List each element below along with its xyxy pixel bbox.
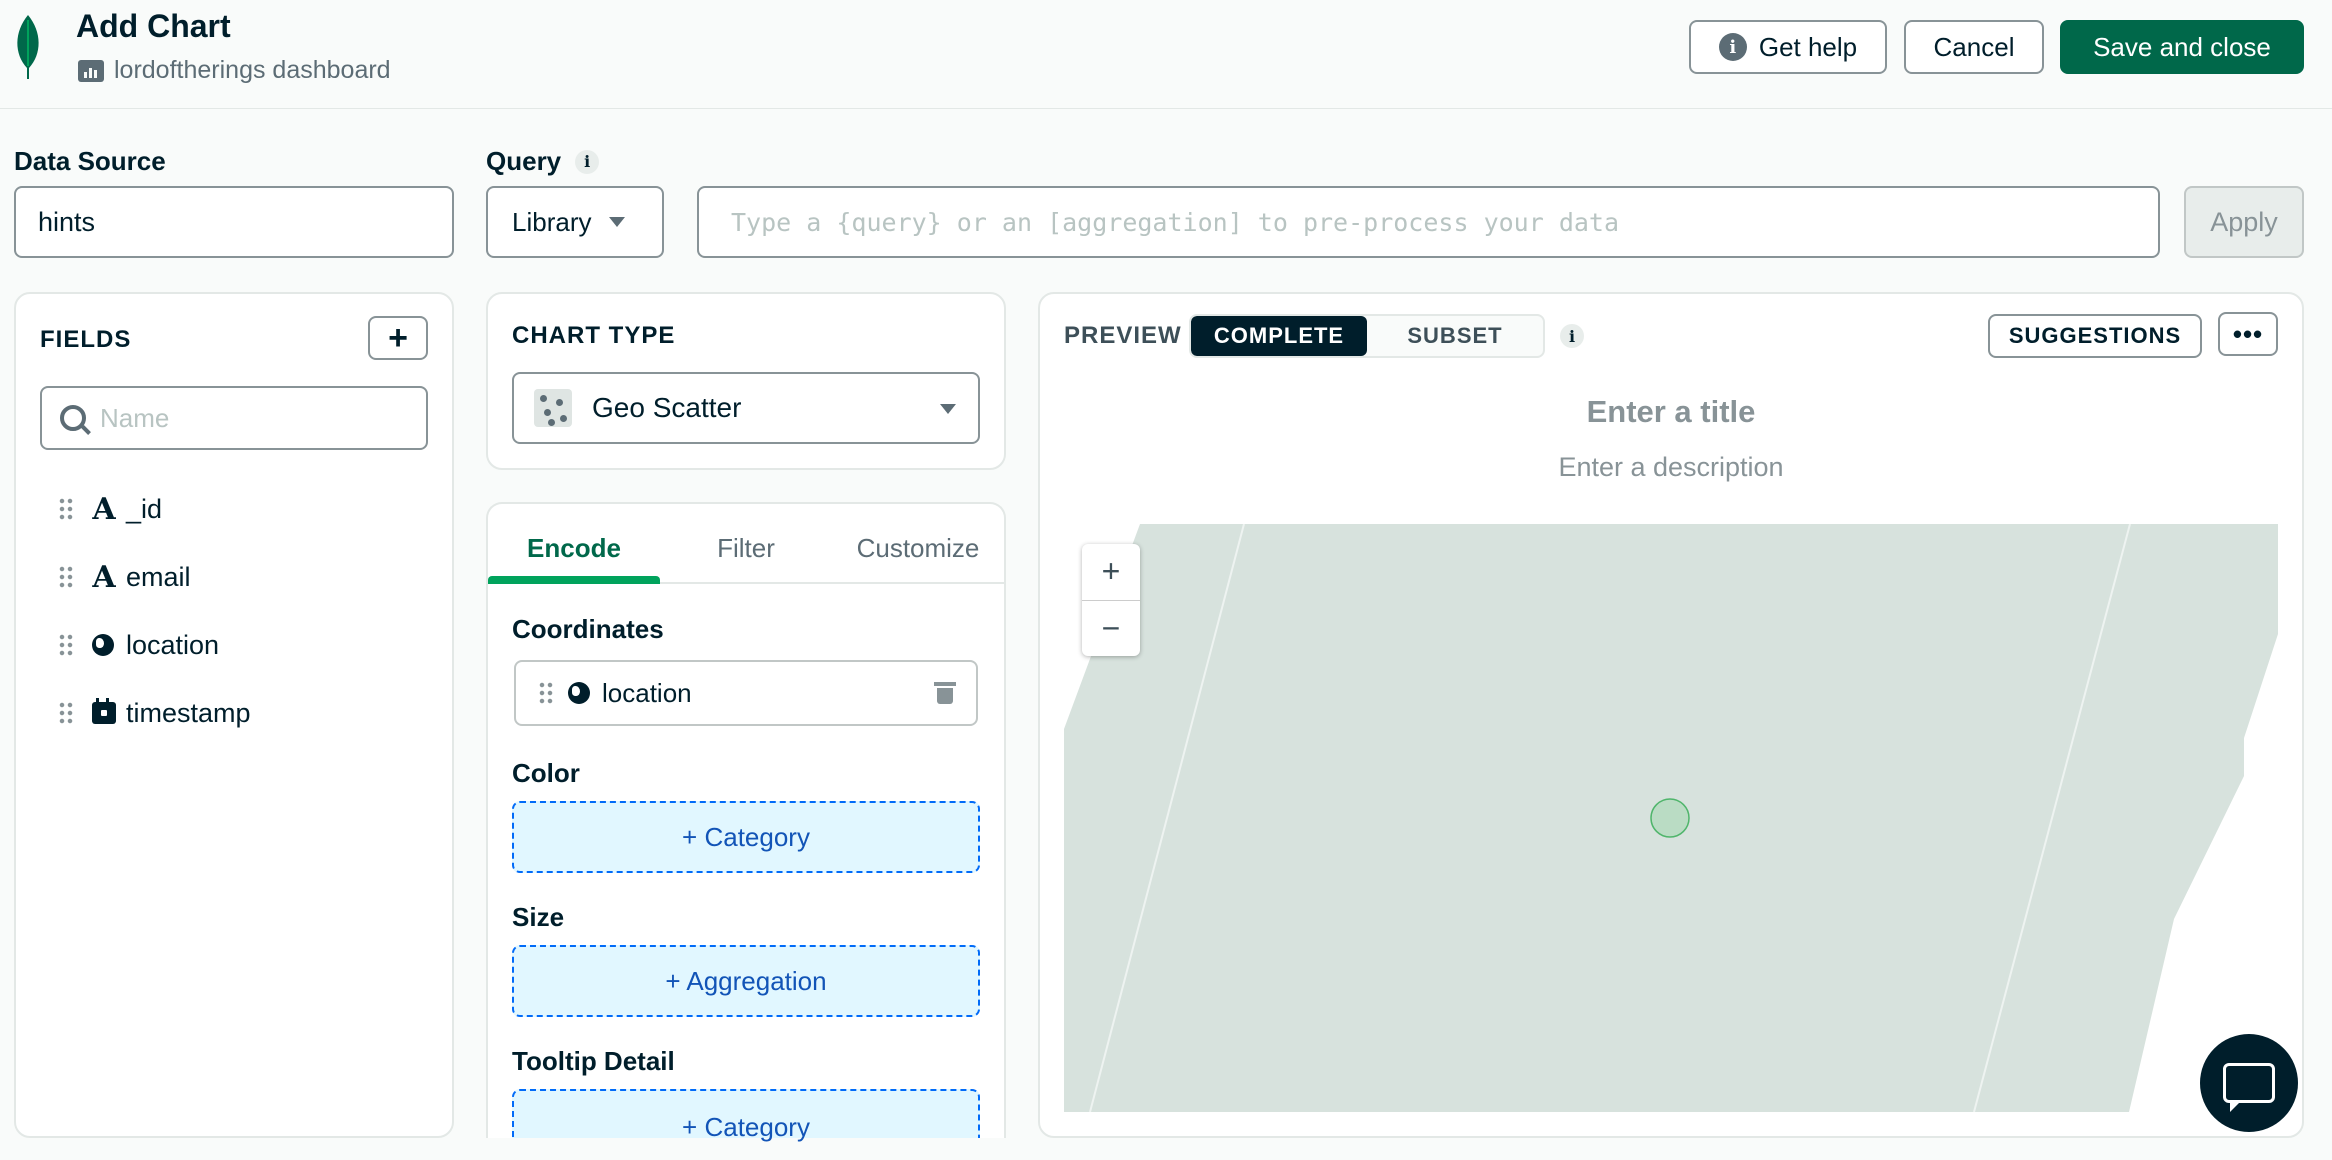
chart-description-input[interactable]: Enter a description [1038, 452, 2304, 483]
tab-customize[interactable]: Customize [832, 514, 1004, 582]
field-label: email [126, 561, 191, 592]
complete-segment[interactable]: COMPLETE [1191, 316, 1367, 356]
geo-scatter-map[interactable] [1064, 524, 2278, 1112]
field-item-timestamp[interactable]: timestamp [58, 693, 251, 733]
chart-bar-icon [78, 59, 104, 82]
cancel-button[interactable]: Cancel [1904, 20, 2044, 74]
field-label: location [126, 629, 220, 660]
query-input[interactable]: Type a {query} or an [aggregation] to pr… [697, 186, 2160, 258]
apply-button[interactable]: Apply [2184, 186, 2304, 258]
get-help-button[interactable]: i Get help [1689, 20, 1887, 74]
drag-handle-icon[interactable] [58, 497, 74, 521]
field-search-placeholder: Name [100, 402, 170, 433]
query-mode-select[interactable]: Library [486, 186, 664, 258]
encode-tabs: Encode Filter Customize [488, 514, 1004, 584]
field-label: _id [126, 493, 163, 524]
chart-type-title: CHART TYPE [512, 322, 676, 349]
mongodb-leaf-logo [17, 15, 39, 79]
suggestions-button[interactable]: SUGGESTIONS [1988, 314, 2202, 358]
size-label: Size [512, 902, 565, 932]
field-item-id[interactable]: A _id [58, 489, 162, 529]
page-title: Add Chart [76, 8, 231, 44]
string-type-icon: A [92, 491, 116, 527]
tooltip-drop-zone[interactable]: + Category [512, 1089, 980, 1142]
drag-handle-icon[interactable] [58, 633, 74, 657]
field-label: timestamp [126, 697, 251, 728]
calendar-icon [92, 698, 116, 724]
fields-title: FIELDS [40, 326, 132, 353]
query-info-icon[interactable]: i [575, 149, 600, 174]
field-search-input[interactable]: Name [40, 386, 428, 450]
zoom-in-button[interactable]: + [1082, 544, 1140, 601]
chat-icon [2223, 1063, 2275, 1112]
globe-icon [92, 634, 114, 656]
color-label: Color [512, 758, 580, 788]
trash-icon[interactable] [934, 682, 956, 704]
preview-label: PREVIEW [1064, 322, 1182, 349]
data-source-label: Data Source [14, 146, 166, 176]
get-help-label: Get help [1758, 31, 1858, 62]
map-zoom-control: + − [1082, 544, 1140, 656]
info-icon: i [1718, 33, 1747, 61]
string-type-icon: A [92, 559, 116, 595]
query-label-row: Query i [486, 146, 600, 177]
assistant-chat-button[interactable] [2200, 1034, 2298, 1132]
tab-encode[interactable]: Encode [488, 514, 660, 584]
drag-handle-icon[interactable] [538, 681, 554, 705]
chart-type-select[interactable]: Geo Scatter [512, 372, 980, 444]
size-drop-zone[interactable]: + Aggregation [512, 945, 980, 1017]
add-field-button[interactable]: + [368, 316, 428, 360]
data-source-select[interactable]: hints [14, 186, 454, 258]
preview-info-icon[interactable]: i [1560, 324, 1584, 348]
dashboard-breadcrumb[interactable]: lordoftherings dashboard [78, 56, 391, 85]
save-and-close-button[interactable]: Save and close [2060, 20, 2304, 74]
globe-icon [568, 682, 590, 704]
tooltip-detail-label: Tooltip Detail [512, 1046, 675, 1076]
coordinates-field-chip[interactable]: location [514, 660, 978, 726]
field-item-location[interactable]: location [58, 625, 219, 665]
coordinates-label: Coordinates [512, 614, 664, 644]
tab-filter[interactable]: Filter [660, 514, 832, 582]
query-label: Query [486, 146, 562, 176]
more-options-button[interactable]: ••• [2218, 312, 2278, 356]
coordinates-value: location [602, 677, 692, 708]
chart-type-value: Geo Scatter [592, 392, 742, 423]
chevron-down-icon [940, 404, 956, 414]
dashboard-name: lordoftherings dashboard [114, 56, 391, 84]
query-mode-value: Library [512, 206, 592, 237]
search-icon [60, 405, 86, 431]
map-data-point [1650, 798, 1690, 838]
sample-mode-toggle: COMPLETE SUBSET [1189, 314, 1545, 358]
field-item-email[interactable]: A email [58, 557, 191, 597]
chart-title-input[interactable]: Enter a title [1038, 394, 2304, 430]
drag-handle-icon[interactable] [58, 701, 74, 725]
color-drop-zone[interactable]: + Category [512, 801, 980, 873]
geo-scatter-thumbnail-icon [534, 389, 572, 427]
drag-handle-icon[interactable] [58, 565, 74, 589]
subset-segment[interactable]: SUBSET [1367, 316, 1543, 356]
zoom-out-button[interactable]: − [1082, 601, 1140, 657]
chevron-down-icon [609, 217, 626, 227]
